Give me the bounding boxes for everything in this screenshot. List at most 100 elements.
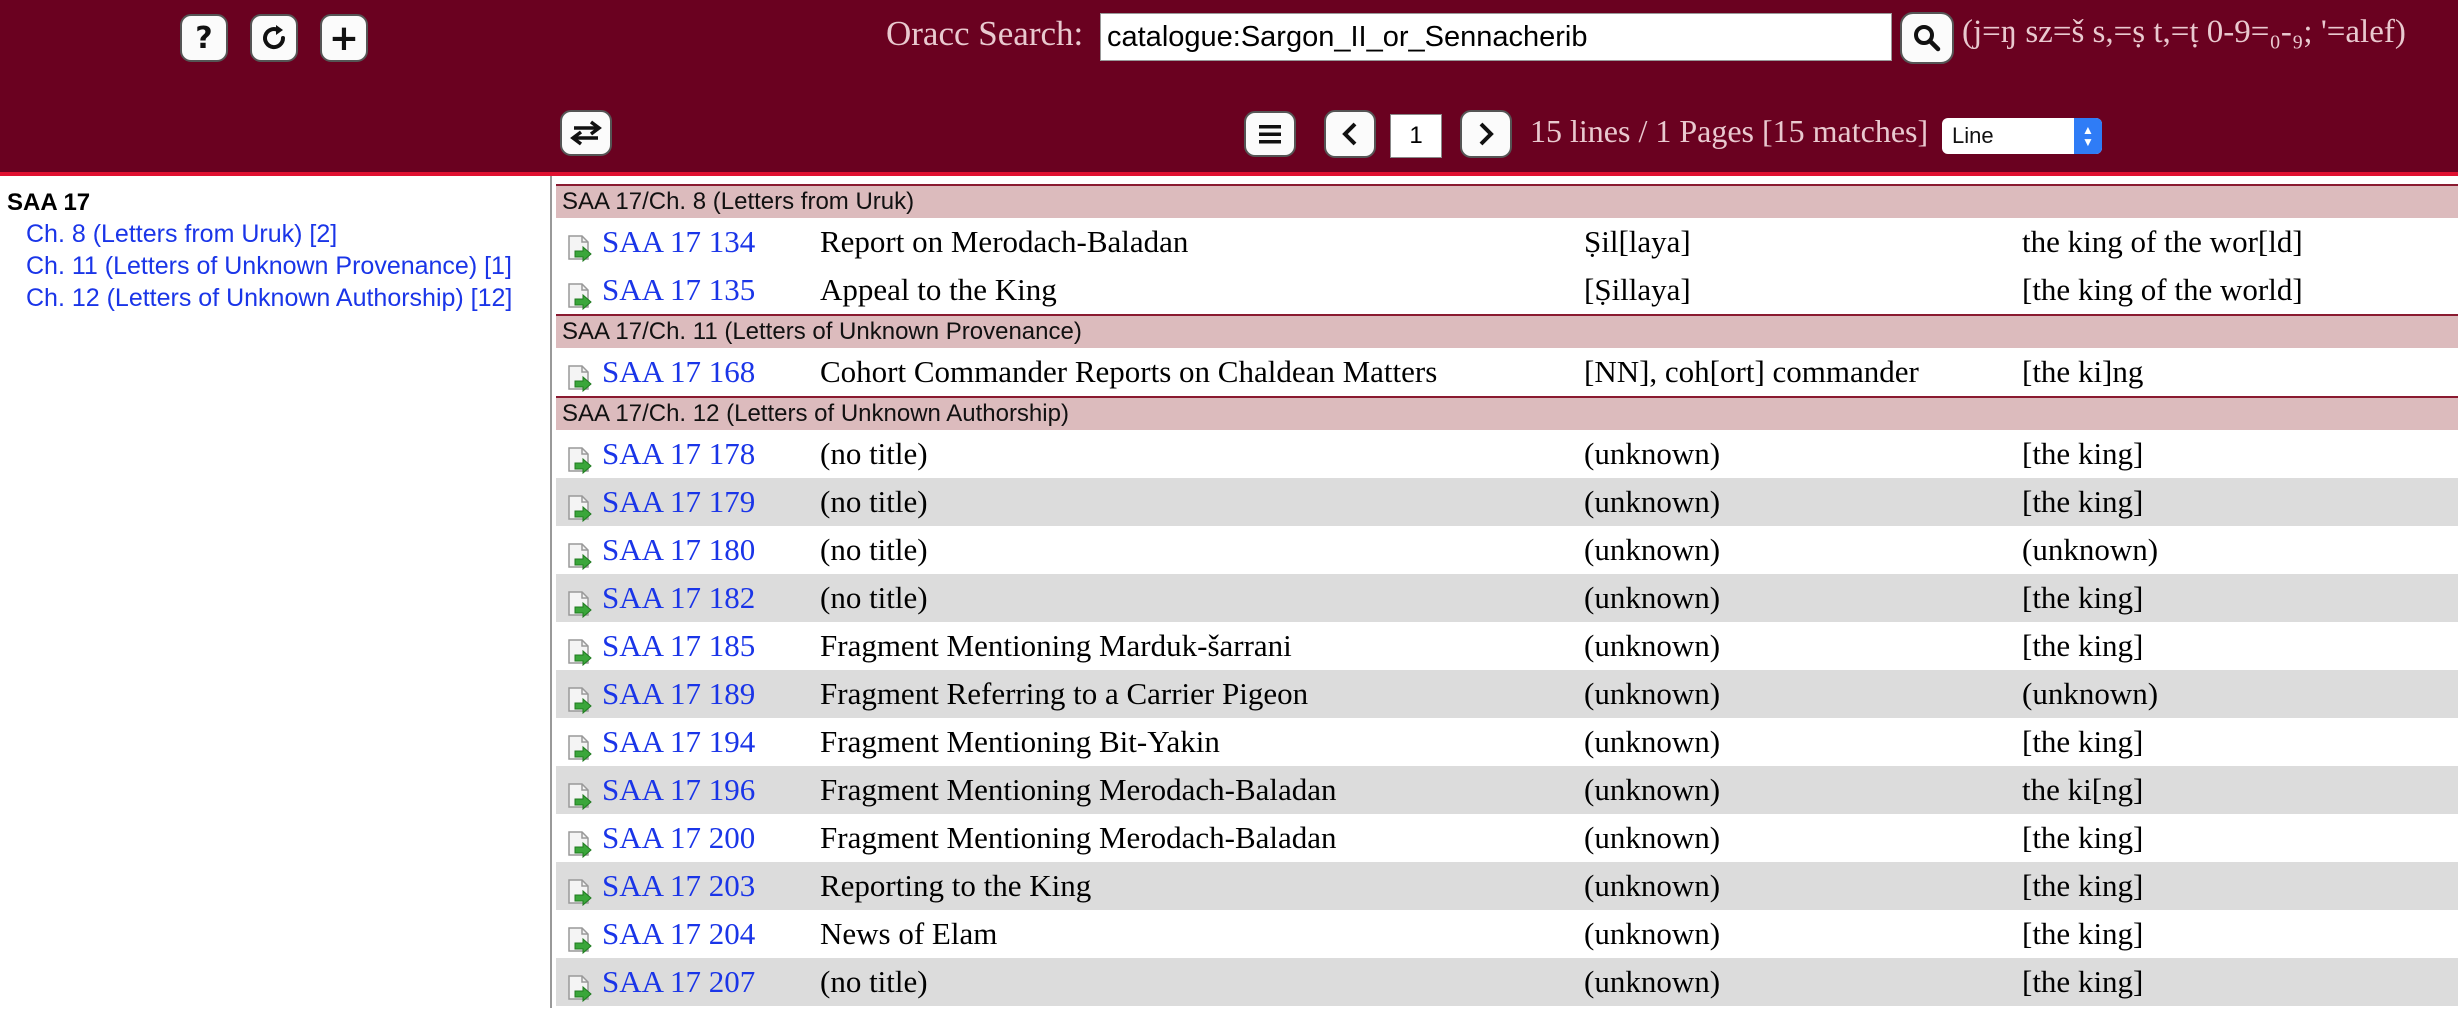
table-row: SAA 17 185 Fragment Mentioning Marduk-ša…: [556, 622, 2458, 670]
menu-button[interactable]: [1244, 111, 1296, 157]
text-author: (unknown): [1584, 868, 1721, 903]
text-title: News of Elam: [820, 916, 998, 951]
text-title: Fragment Mentioning Merodach-Baladan: [820, 772, 1337, 807]
text-link[interactable]: SAA 17 178: [602, 436, 755, 472]
table-row: SAA 17 135 Appeal to the King [Ṣillaya] …: [556, 266, 2458, 314]
sidebar-item-ch8[interactable]: Ch. 8 (Letters from Uruk) [2]: [26, 220, 337, 249]
text-link[interactable]: SAA 17 203: [602, 868, 755, 904]
document-icon: [566, 364, 594, 393]
text-author: (unknown): [1584, 436, 1721, 471]
document-arrow-icon: [568, 447, 592, 475]
table-row: SAA 17 207 (no title) (unknown) [the kin…: [556, 958, 2458, 1006]
document-icon: [566, 282, 594, 311]
top-bar: ? + Oracc Search: (j=ŋ sz=š s,=ṣ t,=ṭ 0-…: [0, 0, 2458, 176]
text-addressee: [the king of the world]: [2022, 272, 2303, 307]
text-title: (no title): [820, 964, 928, 999]
text-author: (unknown): [1584, 724, 1721, 759]
results-table: SAA 17/Ch. 8 (Letters from Uruk) SAA 17 …: [556, 184, 2458, 1006]
chevron-right-icon: [1479, 122, 1494, 146]
document-icon: [566, 878, 594, 907]
text-title: Fragment Mentioning Marduk-šarrani: [820, 628, 1292, 663]
document-arrow-icon: [568, 687, 592, 715]
table-row: SAA 17 196 Fragment Mentioning Merodach-…: [556, 766, 2458, 814]
text-addressee: [the king]: [2022, 820, 2144, 855]
display-mode-value: Line: [1952, 123, 1994, 148]
document-icon: [566, 686, 594, 715]
document-arrow-icon: [568, 831, 592, 859]
text-author: [Ṣillaya]: [1584, 272, 1691, 307]
text-addressee: [the king]: [2022, 436, 2144, 471]
add-button[interactable]: +: [320, 14, 368, 62]
menu-icon: [1259, 125, 1281, 144]
document-icon: [566, 926, 594, 955]
table-row: SAA 17 179 (no title) (unknown) [the kin…: [556, 478, 2458, 526]
sidebar-title: SAA 17: [7, 189, 91, 216]
text-author: Ṣil[laya]: [1584, 224, 1691, 259]
text-addressee: [the king]: [2022, 916, 2144, 951]
text-author: (unknown): [1584, 580, 1721, 615]
text-addressee: the king of the wor[ld]: [2022, 224, 2303, 259]
document-arrow-icon: [568, 975, 592, 1003]
document-icon: [566, 590, 594, 619]
document-arrow-icon: [568, 735, 592, 763]
search-label: Oracc Search:: [886, 14, 1084, 53]
document-icon: [566, 638, 594, 667]
text-link[interactable]: SAA 17 180: [602, 532, 755, 568]
text-author: [NN], coh[ort] commander: [1584, 354, 1919, 389]
text-addressee: [the king]: [2022, 628, 2144, 663]
text-addressee: [the king]: [2022, 868, 2144, 903]
group-header: SAA 17/Ch. 11 (Letters of Unknown Proven…: [556, 314, 2458, 348]
text-link[interactable]: SAA 17 168: [602, 354, 755, 390]
reload-button[interactable]: [250, 14, 298, 62]
help-button[interactable]: ?: [180, 14, 228, 62]
search-button[interactable]: [1900, 12, 1954, 64]
text-link[interactable]: SAA 17 134: [602, 224, 755, 260]
prev-page-button[interactable]: [1324, 110, 1376, 158]
sidebar-item-ch12[interactable]: Ch. 12 (Letters of Unknown Authorship) […: [26, 284, 512, 313]
search-input[interactable]: [1100, 13, 1892, 61]
text-author: (unknown): [1584, 484, 1721, 519]
text-link[interactable]: SAA 17 200: [602, 820, 755, 856]
table-row: SAA 17 189 Fragment Referring to a Carri…: [556, 670, 2458, 718]
text-title: (no title): [820, 436, 928, 471]
text-title: Appeal to the King: [820, 272, 1057, 307]
document-arrow-icon: [568, 927, 592, 955]
text-link[interactable]: SAA 17 196: [602, 772, 755, 808]
text-title: (no title): [820, 580, 928, 615]
text-link[interactable]: SAA 17 194: [602, 724, 755, 760]
text-author: (unknown): [1584, 820, 1721, 855]
document-arrow-icon: [568, 283, 592, 311]
next-page-button[interactable]: [1460, 110, 1512, 158]
transliteration-legend: (j=ŋ sz=š s,=ṣ t,=ṭ 0-9=₀-₉; '=alef): [1962, 14, 2406, 50]
text-link[interactable]: SAA 17 179: [602, 484, 755, 520]
text-link[interactable]: SAA 17 135: [602, 272, 755, 308]
display-mode-select[interactable]: Line ▲ ▼: [1942, 118, 2102, 154]
text-title: Cohort Commander Reports on Chaldean Mat…: [820, 354, 1438, 389]
text-addressee: [the king]: [2022, 580, 2144, 615]
text-author: (unknown): [1584, 628, 1721, 663]
table-row: SAA 17 204 News of Elam (unknown) [the k…: [556, 910, 2458, 958]
chevron-left-icon: [1342, 122, 1357, 146]
text-title: Fragment Mentioning Bit-Yakin: [820, 724, 1220, 759]
text-author: (unknown): [1584, 916, 1721, 951]
table-row: SAA 17 168 Cohort Commander Reports on C…: [556, 348, 2458, 396]
text-addressee: (unknown): [2022, 676, 2159, 711]
document-icon: [566, 830, 594, 859]
table-row: SAA 17 194 Fragment Mentioning Bit-Yakin…: [556, 718, 2458, 766]
toggle-view-button[interactable]: [560, 110, 612, 156]
document-arrow-icon: [568, 235, 592, 263]
page-number-field[interactable]: 1: [1390, 114, 1442, 158]
document-arrow-icon: [568, 543, 592, 571]
text-link[interactable]: SAA 17 182: [602, 580, 755, 616]
text-title: (no title): [820, 484, 928, 519]
text-link[interactable]: SAA 17 185: [602, 628, 755, 664]
sidebar-item-ch11[interactable]: Ch. 11 (Letters of Unknown Provenance) […: [26, 252, 512, 281]
document-icon: [566, 234, 594, 263]
text-author: (unknown): [1584, 964, 1721, 999]
text-title: Reporting to the King: [820, 868, 1092, 903]
table-row: SAA 17 182 (no title) (unknown) [the kin…: [556, 574, 2458, 622]
text-link[interactable]: SAA 17 189: [602, 676, 755, 712]
text-addressee: [the king]: [2022, 724, 2144, 759]
text-link[interactable]: SAA 17 207: [602, 964, 755, 1000]
text-link[interactable]: SAA 17 204: [602, 916, 755, 952]
